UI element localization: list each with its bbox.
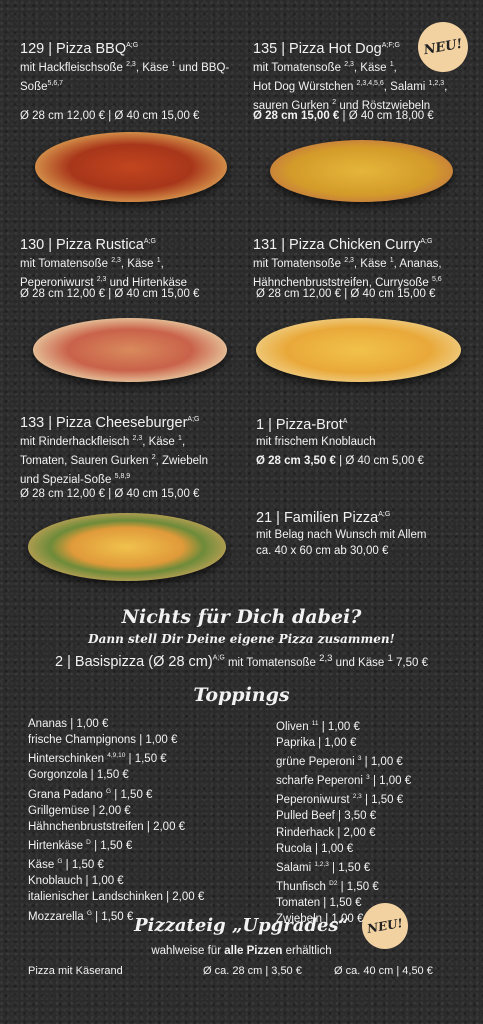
custom-heading: Nichts für Dich dabei? — [121, 606, 362, 628]
pizza-chicken-desc: mit Tomatensoße 2,3, Käse 1, Ananas, Hähn… — [253, 257, 442, 289]
pizza-bbq-price: Ø 28 cm 12,00 € | Ø 40 cm 15,00 € — [20, 110, 200, 122]
topping-item: Peperoniwurst 2,3 | 1,50 € — [276, 793, 404, 807]
basispizza-line: 2 | Basispizza (Ø 28 cm)A;G mit Tomatens… — [55, 653, 428, 670]
pizza-cheese-image — [28, 513, 226, 581]
pizza-chicken-image — [256, 318, 461, 382]
topping-item: Knoblauch | 1,00 € — [28, 875, 124, 888]
topping-item: Thunfisch D2 | 1,50 € — [276, 879, 379, 893]
custom-subheading: Dann stell Dir Deine eigene Pizza zusamm… — [88, 632, 395, 646]
pizza-chicken-title: 131 | Pizza Chicken CurryA;G — [253, 236, 433, 253]
pizza-cheese-desc: mit Rinderhackfleisch 2,3, Käse 1, Tomate… — [20, 435, 209, 486]
pizza-cheese-title: 133 | Pizza CheeseburgerA;G — [20, 414, 200, 431]
pizza-familie-title: 21 | Familien PizzaA;G — [256, 509, 391, 526]
pizza-rustica-desc: mit Tomatensoße 2,3, Käse 1, Peperoniwurs… — [20, 257, 187, 289]
pizza-familie-desc: mit Belag nach Wunsch mit Allem ca. 40 x … — [256, 529, 427, 557]
topping-item: Grillgemüse | 2,00 € — [28, 804, 131, 817]
topping-item: scharfe Peperoni 3 | 1,00 € — [276, 774, 412, 788]
pizza-chicken-price: Ø 28 cm 12,00 € | Ø 40 cm 15,00 € — [256, 288, 436, 300]
topping-item: Ananas | 1,00 € — [28, 718, 109, 730]
pizza-rustica-image — [33, 318, 227, 382]
topping-item: italienischer Landschinken | 2,00 € — [28, 891, 205, 904]
pizza-bbq-desc: mit Hackfleischsoße 2,3, Käse 1 und BBQ-… — [20, 61, 230, 93]
topping-item: Käse G | 1,50 € — [28, 858, 104, 871]
topping-item: Paprika | 1,00 € — [276, 737, 357, 750]
toppings-right-list: Oliven 11 | 1,00 € Paprika | 1,00 € grüne … — [276, 716, 411, 927]
pizza-brot-title: 1 | Pizza-BrotA — [256, 416, 348, 433]
topping-item: Hirtenkäse D | 1,50 € — [28, 839, 133, 852]
topping-item: Salami 1,2,3 | 1,50 € — [276, 860, 371, 874]
topping-item: grüne Peperoni 3 | 1,00 € — [276, 755, 403, 769]
pizza-bbq-image — [35, 132, 227, 202]
topping-item: Gorgonzola | 1,50 € — [28, 769, 129, 782]
topping-item: Pulled Beef | 3,50 € — [276, 810, 377, 823]
topping-item: Hinterschinken 4,9,10 | 1,50 € — [28, 752, 167, 766]
upgrade-price-small: Ø ca. 28 cm | 3,50 € — [203, 965, 302, 977]
pizza-bbq-title: 129 | Pizza BBQA;G — [20, 40, 139, 57]
pizza-rustica-price: Ø 28 cm 12,00 € | Ø 40 cm 15,00 € — [20, 288, 200, 300]
pizza-rustica-title: 130 | Pizza RusticaA;G — [20, 236, 156, 253]
topping-item: frische Champignons | 1,00 € — [28, 734, 178, 747]
pizza-hotdog-title: 135 | Pizza Hot DogA;F;G — [253, 40, 400, 57]
upgrade-item: Pizza mit Käserand — [28, 965, 123, 977]
pizza-brot-price: Ø 28 cm 3,50 € | Ø 40 cm 5,00 € — [256, 455, 424, 467]
topping-item: Hähnchenbruststreifen | 2,00 € — [28, 820, 186, 833]
upgrade-price-large: Ø ca. 40 cm | 4,50 € — [334, 965, 433, 977]
pizza-cheese-price: Ø 28 cm 12,00 € | Ø 40 cm 15,00 € — [20, 488, 200, 500]
toppings-heading: Toppings — [193, 684, 290, 706]
pizza-hotdog-price: Ø 28 cm 15,00 € | Ø 40 cm 18,00 € — [253, 110, 434, 122]
toppings-left-list: Ananas | 1,00 € frische Champignons | 1,0… — [28, 716, 204, 925]
pizza-hotdog-image — [270, 140, 453, 202]
upgrades-sub: wahlweise für alle Pizzen erhältlich — [151, 945, 332, 957]
upgrades-heading: Pizzateig „Upgrades“ — [134, 915, 349, 936]
topping-item: Grana Padano G | 1,50 € — [28, 787, 153, 801]
pizza-hotdog-desc: mit Tomatensoße 2,3, Käse 1, Hot Dog Würs… — [253, 61, 448, 112]
topping-item: Rucola | 1,00 € — [276, 842, 354, 855]
pizza-brot-desc: mit frischem Knoblauch — [256, 436, 376, 448]
topping-item: Oliven 11 | 1,00 € — [276, 720, 360, 733]
topping-item: Rinderhack | 2,00 € — [276, 826, 376, 839]
